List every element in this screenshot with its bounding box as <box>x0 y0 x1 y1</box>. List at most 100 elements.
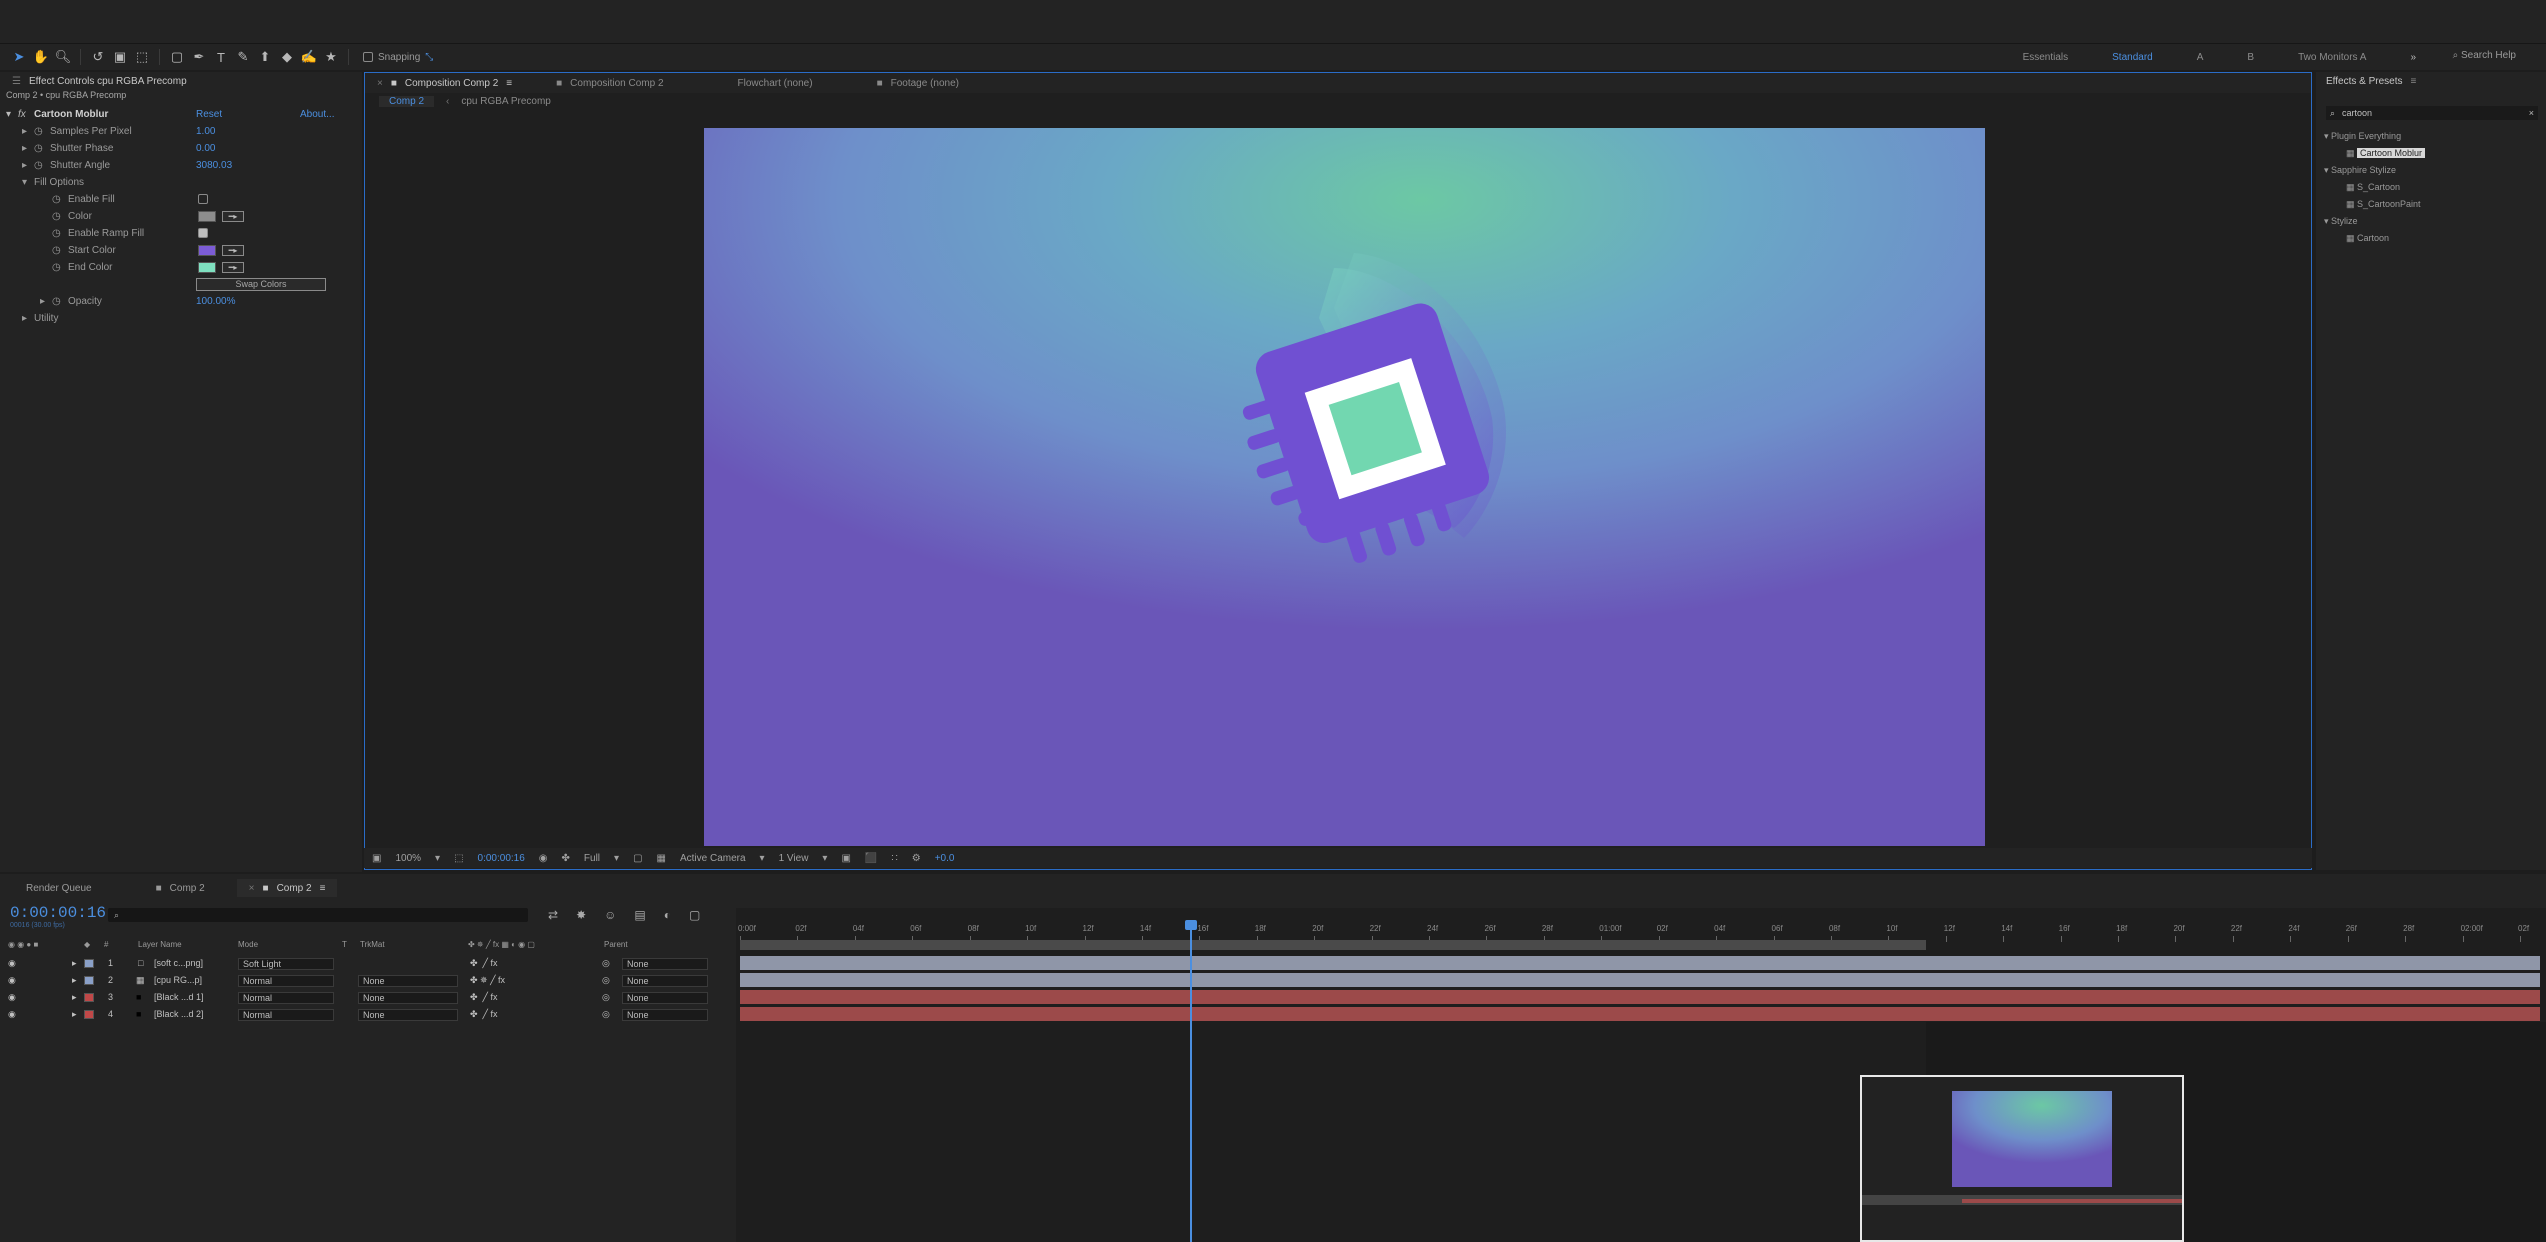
timeline-search-input[interactable]: ⌕ <box>108 908 528 922</box>
draft-3d-icon[interactable]: ✸ <box>576 908 586 922</box>
reset-link[interactable]: Reset <box>196 109 222 120</box>
tab-footage[interactable]: ■ Footage (none) <box>865 74 971 92</box>
stopwatch-icon[interactable]: ◷ <box>52 211 61 222</box>
motion-blur-icon[interactable]: ◐ <box>664 908 671 922</box>
layer-switches[interactable]: ✤ ╱ fx <box>470 1009 497 1020</box>
collapse-triangle-icon[interactable]: ▸ <box>40 296 45 307</box>
type-tool-icon[interactable]: T <box>210 48 232 66</box>
chevron-down-icon[interactable]: ▾ <box>760 853 765 864</box>
layer-mode-select[interactable]: Normal <box>238 992 334 1004</box>
search-help-field[interactable]: ⌕ Search Help <box>2453 50 2516 61</box>
expand-triangle-icon[interactable]: ▾ <box>2324 165 2331 175</box>
graph-editor-icon[interactable]: ▢ <box>689 908 700 922</box>
stopwatch-icon[interactable]: ◷ <box>34 160 43 171</box>
tree-item[interactable]: ▦ Cartoon <box>2324 230 2425 247</box>
exposure-value[interactable]: +0.0 <box>935 853 955 864</box>
layer-parent-select[interactable]: None <box>622 958 708 970</box>
color-swatch[interactable] <box>198 211 216 222</box>
pen-tool-icon[interactable]: ✒ <box>188 48 210 66</box>
param-row[interactable]: ◷ Enable Ramp Fill <box>0 225 362 242</box>
swap-colors-button[interactable]: Swap Colors <box>196 278 326 291</box>
tree-group[interactable]: ▾ Stylize <box>2324 213 2425 230</box>
layer-duration-bar[interactable] <box>740 990 2540 1004</box>
fx-icon[interactable]: fx <box>18 109 26 120</box>
layer-switches[interactable]: ✤ ✵ ╱ fx <box>470 975 505 986</box>
eyedropper-icon[interactable]: ━▸ <box>222 262 244 273</box>
layer-row[interactable]: ◉ ▸ 1 □ [soft c...png] Soft Light ✤ ╱ fx… <box>0 956 730 972</box>
rotate-tool-icon[interactable]: ↺ <box>87 48 109 66</box>
puppet-tool-icon[interactable]: ★ <box>320 48 342 66</box>
eraser-tool-icon[interactable]: ◆ <box>276 48 298 66</box>
enable-fill-checkbox[interactable] <box>198 194 208 204</box>
tab-composition-comp2[interactable]: × ■ Composition Comp 2 ≡ <box>365 74 524 92</box>
tab-flowchart[interactable]: Flowchart (none) <box>726 74 825 92</box>
layer-switches[interactable]: ✤ ╱ fx <box>470 992 497 1003</box>
zoom-select[interactable]: 100% <box>395 853 421 864</box>
tab-timeline-comp2-active[interactable]: × ■ Comp 2 ≡ <box>236 879 338 897</box>
param-row[interactable]: ◷ End Color ━▸ <box>0 259 362 276</box>
start-color-swatch[interactable] <box>198 245 216 256</box>
visibility-column-icon[interactable]: ◉ ◉ ● ■ <box>8 940 38 949</box>
layer-duration-bar[interactable] <box>740 956 2540 970</box>
param-row[interactable]: ▸ ◷ Opacity 100.00% <box>0 293 362 310</box>
layer-name[interactable]: [Black ...d 2] <box>154 1009 204 1019</box>
composition-lock-icon[interactable]: ■ <box>391 78 397 89</box>
tab-timeline-comp2[interactable]: ■ Comp 2 <box>144 879 217 897</box>
tab-menu-icon[interactable]: ≡ <box>506 78 512 89</box>
brush-tool-icon[interactable]: ✎ <box>232 48 254 66</box>
shape-tool-icon[interactable]: ▢ <box>166 48 188 66</box>
expand-layer-triangle-icon[interactable]: ▸ <box>72 1009 77 1020</box>
pickwhip-icon[interactable]: ◎ <box>602 975 610 986</box>
fit-icon[interactable]: ⬚ <box>454 853 463 864</box>
tab-composition-comp2-locked[interactable]: ■ Composition Comp 2 <box>544 74 675 92</box>
expand-triangle-icon[interactable]: ▾ <box>2324 216 2331 226</box>
subtab-comp2[interactable]: Comp 2 <box>379 95 435 107</box>
viewer-timecode[interactable]: 0:00:00:16 <box>478 853 525 864</box>
enable-ramp-fill-checkbox[interactable] <box>198 228 208 238</box>
chevron-down-icon[interactable]: ▾ <box>822 853 827 864</box>
tab-render-queue[interactable]: Render Queue <box>0 879 104 897</box>
tab-effect-controls[interactable]: ☰ Effect Controls cpu RGBA Precomp <box>0 72 199 90</box>
exposure-icon[interactable]: ⚙ <box>912 853 921 864</box>
roto-brush-tool-icon[interactable]: ✍ <box>298 48 320 66</box>
toggle-pixel-aspect-icon[interactable]: ▣ <box>841 853 850 864</box>
presets-search-input[interactable]: ⌕ cartoon × <box>2326 106 2538 120</box>
always-preview-icon[interactable]: ▣ <box>372 853 381 864</box>
transparency-grid-icon[interactable]: ▦ <box>657 853 666 864</box>
tab-menu-icon[interactable]: ≡ <box>2411 76 2417 87</box>
param-row[interactable]: ▸ ◷ Samples Per Pixel 1.00 <box>0 123 362 140</box>
region-of-interest-icon[interactable]: ▢ <box>633 853 642 864</box>
expand-layer-triangle-icon[interactable]: ▸ <box>72 958 77 969</box>
pickwhip-icon[interactable]: ◎ <box>602 958 610 969</box>
tree-item[interactable]: ▦ S_Cartoon <box>2324 179 2425 196</box>
param-value[interactable]: 0.00 <box>196 143 215 154</box>
expand-triangle-icon[interactable]: ▾ <box>6 109 11 120</box>
layer-label-color[interactable] <box>84 1010 94 1019</box>
playhead-handle[interactable] <box>1185 920 1197 930</box>
fill-options-group[interactable]: ▾ Fill Options <box>0 174 362 191</box>
layer-parent-select[interactable]: None <box>622 975 708 987</box>
collapse-triangle-icon[interactable]: ▸ <box>22 126 27 137</box>
camera-tool-icon[interactable]: ▣ <box>109 48 131 66</box>
close-icon[interactable]: × <box>377 78 383 89</box>
eyedropper-icon[interactable]: ━▸ <box>222 211 244 222</box>
stopwatch-icon[interactable]: ◷ <box>52 296 61 307</box>
tree-item[interactable]: ▦ Cartoon Moblur <box>2324 145 2426 162</box>
effect-header-row[interactable]: ▾ fx Cartoon Moblur Reset About... <box>0 106 362 123</box>
layer-mode-select[interactable]: Soft Light <box>238 958 334 970</box>
tree-group[interactable]: ▾ Sapphire Stylize <box>2324 162 2425 179</box>
zoom-tool-icon[interactable]: 🔍︎ <box>52 48 74 66</box>
camera-select[interactable]: Active Camera <box>680 853 746 864</box>
visibility-eye-icon[interactable]: ◉ <box>8 975 16 986</box>
param-row[interactable]: ◷ Color ━▸ <box>0 208 362 225</box>
clone-stamp-tool-icon[interactable]: ⬆ <box>254 48 276 66</box>
param-value[interactable]: 3080.03 <box>196 160 232 171</box>
tab-menu-icon[interactable]: ≡ <box>320 883 326 894</box>
visibility-eye-icon[interactable]: ◉ <box>8 992 16 1003</box>
layer-label-color[interactable] <box>84 959 94 968</box>
time-ruler[interactable]: 0:00f 02f 04f 06f 08f 10f 12f 14f 16f 18f 20f 22f 24… <box>736 914 2546 942</box>
selection-tool-icon[interactable]: ➤ <box>8 48 30 66</box>
composition-canvas[interactable] <box>704 128 1985 846</box>
color-channel-icon[interactable]: ✤ <box>562 853 570 864</box>
layer-label-color[interactable] <box>84 993 94 1002</box>
